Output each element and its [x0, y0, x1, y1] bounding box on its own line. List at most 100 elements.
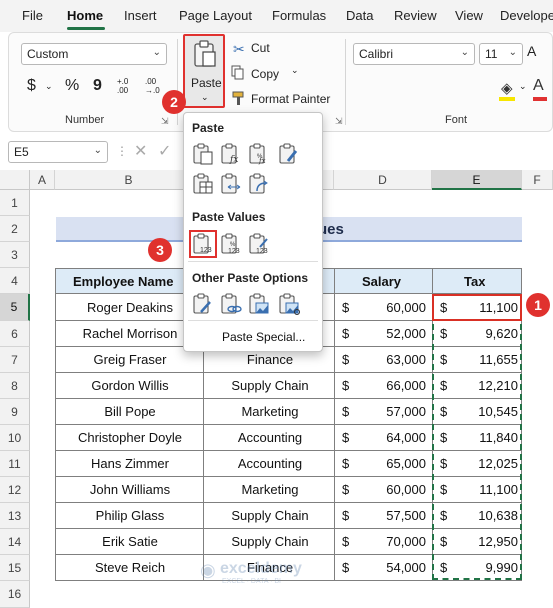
- salary-cell: 57,000: [386, 404, 426, 419]
- department-cell: Accounting: [237, 456, 303, 471]
- row-header-6[interactable]: 6: [0, 321, 30, 347]
- active-tab-indicator: [67, 27, 105, 30]
- menu-view[interactable]: View: [455, 8, 483, 23]
- menu-home[interactable]: Home: [67, 8, 103, 23]
- chevron-down-icon[interactable]: ⌄: [291, 65, 299, 76]
- employee-name-cell: Christopher Doyle: [77, 430, 183, 445]
- number-group-label: Number: [65, 114, 105, 126]
- other-paste-section-title: Other Paste Options: [192, 271, 309, 285]
- decrease-decimal-button[interactable]: .00 →.0: [145, 77, 167, 95]
- row-header-14[interactable]: 14: [0, 529, 30, 555]
- column-header-e[interactable]: E: [432, 170, 522, 190]
- paste-formulas-icon[interactable]: fx: [220, 143, 242, 165]
- svg-text:fx: fx: [229, 155, 238, 165]
- chevron-down-icon[interactable]: ⌄: [45, 81, 53, 92]
- paste-keep-source-formatting-icon[interactable]: [278, 143, 300, 165]
- menu-page-layout[interactable]: Page Layout: [179, 8, 252, 23]
- paste-formulas-number-format-icon[interactable]: % fx: [248, 143, 270, 165]
- select-all-corner[interactable]: [0, 170, 30, 190]
- column-header-d[interactable]: D: [334, 170, 432, 190]
- column-header-b[interactable]: B: [55, 170, 203, 190]
- menu-formulas[interactable]: Formulas: [272, 8, 326, 23]
- dialog-launcher-icon[interactable]: ⇲: [335, 116, 343, 127]
- watermark-logo-icon: ◉: [200, 560, 216, 580]
- paste-values-number-format-icon[interactable]: % 123: [220, 233, 242, 255]
- more-options-icon: ⋮: [116, 144, 128, 158]
- row-header-4[interactable]: 4: [0, 268, 30, 294]
- chevron-down-icon[interactable]: ⌄: [519, 81, 527, 92]
- row-header-15[interactable]: 15: [0, 555, 30, 581]
- paste-picture-icon[interactable]: [248, 293, 270, 315]
- step-badge-1: 1: [526, 293, 550, 317]
- row-header-12[interactable]: 12: [0, 477, 30, 503]
- paste-special-item[interactable]: Paste Special...: [222, 330, 305, 344]
- row-header-9[interactable]: 9: [0, 399, 30, 425]
- cell-border: [334, 321, 335, 347]
- watermark-tagline: EXCEL · DATA · BI: [222, 578, 281, 585]
- department-cell: Finance: [246, 352, 294, 367]
- cut-button[interactable]: Cut: [251, 41, 270, 55]
- paste-linked-picture-icon[interactable]: [278, 293, 300, 315]
- paste-section-title: Paste: [192, 121, 225, 135]
- increase-decimal-button[interactable]: +.0 .00: [117, 77, 139, 95]
- menu-insert[interactable]: Insert: [124, 8, 157, 23]
- row-header-2[interactable]: 2: [0, 216, 30, 242]
- step-badge-2: 2: [162, 90, 186, 114]
- paste-link-icon[interactable]: [220, 293, 242, 315]
- paste-label: Paste: [191, 76, 222, 90]
- comma-style-button[interactable]: 9: [93, 77, 102, 95]
- name-box[interactable]: E5 ⌄: [8, 141, 108, 163]
- cell-border: [334, 268, 335, 294]
- paste-values-icon[interactable]: 123: [189, 230, 217, 258]
- increase-font-icon[interactable]: A: [527, 43, 536, 59]
- copy-button[interactable]: Copy: [251, 67, 279, 81]
- svg-text:123: 123: [228, 248, 240, 255]
- percent-style-button[interactable]: %: [65, 77, 79, 95]
- menu-developer[interactable]: Develope: [500, 8, 553, 23]
- font-size-select[interactable]: 11 ⌄: [479, 43, 523, 65]
- menu-review[interactable]: Review: [394, 8, 437, 23]
- paste-keep-column-widths-icon[interactable]: [220, 173, 242, 195]
- department-cell: Supply Chain: [231, 508, 309, 523]
- paste-button[interactable]: Paste ⌄: [183, 34, 225, 108]
- employee-name-cell: Bill Pope: [104, 404, 156, 419]
- format-painter-button[interactable]: Format Painter: [251, 92, 330, 106]
- format-painter-icon: [232, 91, 244, 105]
- font-size-value: 11: [485, 47, 498, 61]
- number-format-select[interactable]: Custom ⌄: [21, 43, 167, 65]
- cell-border: [334, 294, 335, 321]
- currency-format-button[interactable]: $: [27, 77, 36, 95]
- salary-cell: 52,000: [386, 326, 426, 341]
- header-tax: Tax: [464, 274, 486, 289]
- fill-color-icon[interactable]: ◈: [501, 79, 513, 97]
- paste-icon[interactable]: [192, 143, 214, 165]
- dialog-launcher-icon[interactable]: ⇲: [161, 116, 169, 127]
- paste-formatting-icon[interactable]: [192, 293, 214, 315]
- department-cell: Accounting: [237, 430, 303, 445]
- menu-data[interactable]: Data: [346, 8, 373, 23]
- salary-cell: 57,500: [386, 508, 426, 523]
- employee-name-cell: Philip Glass: [95, 508, 165, 523]
- paste-values-source-formatting-icon[interactable]: 123: [248, 233, 270, 255]
- svg-text:123: 123: [200, 247, 212, 254]
- row-header-13[interactable]: 13: [0, 503, 30, 529]
- paste-no-borders-icon[interactable]: [192, 173, 214, 195]
- enter-icon[interactable]: ✓: [158, 141, 171, 161]
- font-name-value: Calibri: [359, 47, 394, 61]
- font-name-select[interactable]: Calibri ⌄: [353, 43, 475, 65]
- row-header-10[interactable]: 10: [0, 425, 30, 451]
- row-header-16[interactable]: 16: [0, 581, 30, 608]
- row-header-3[interactable]: 3: [0, 242, 30, 268]
- row-header-8[interactable]: 8: [0, 373, 30, 399]
- selected-cell-e5[interactable]: [432, 294, 522, 321]
- row-header-7[interactable]: 7: [0, 347, 30, 373]
- row-header-5[interactable]: 5: [0, 294, 30, 321]
- row-header-11[interactable]: 11: [0, 451, 30, 477]
- font-color-icon[interactable]: A: [533, 77, 544, 95]
- cancel-icon[interactable]: ✕: [134, 141, 147, 161]
- row-header-1[interactable]: 1: [0, 190, 30, 216]
- paste-transpose-icon[interactable]: [248, 173, 270, 195]
- column-header-a[interactable]: A: [30, 170, 55, 190]
- column-header-f[interactable]: F: [522, 170, 553, 190]
- menu-file[interactable]: File: [22, 8, 43, 23]
